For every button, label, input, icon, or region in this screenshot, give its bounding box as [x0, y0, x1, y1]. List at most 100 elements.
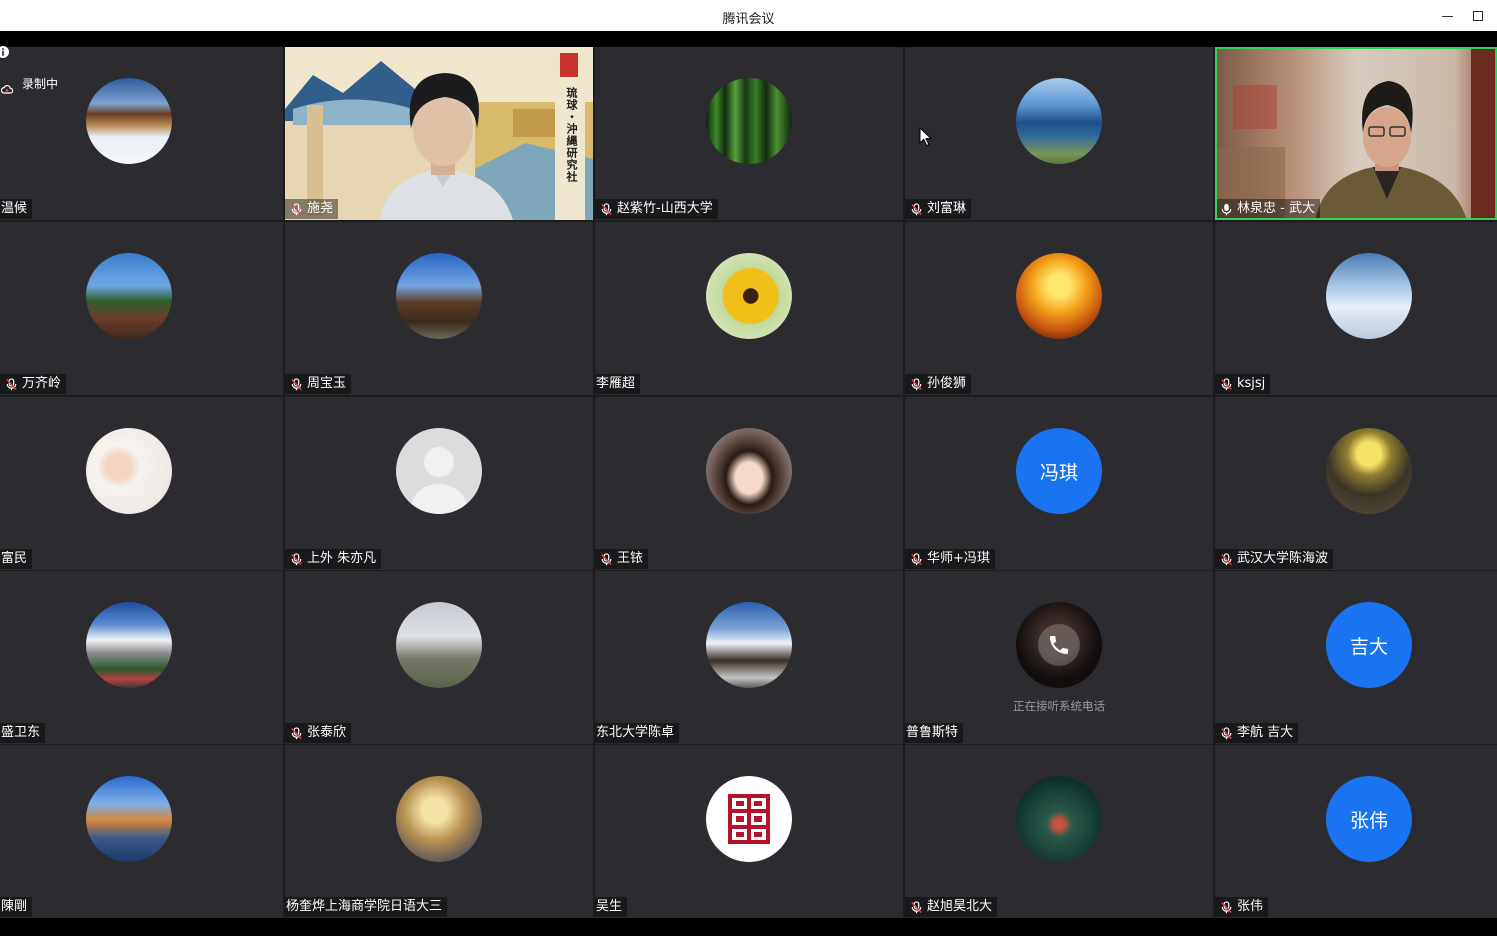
participant-name: 陳剛 [1, 899, 28, 914]
participant-tile[interactable]: 李雁超 [595, 222, 903, 395]
participant-name: ksjsj [1237, 376, 1266, 391]
avatar [86, 78, 172, 164]
video-feed: 琉球・沖縄研究社 [285, 47, 593, 220]
name-label: 武汉大学陈海波 [1215, 549, 1334, 569]
participant-name: 上外 朱亦凡 [307, 551, 377, 566]
participant-tile[interactable]: 周宝玉 [285, 222, 593, 395]
participant-tile[interactable]: 万齐岭 [0, 222, 283, 395]
participant-tile[interactable]: 正在接听系统电话 普鲁斯特 [905, 571, 1213, 744]
participant-tile[interactable]: 刘富琳 [905, 47, 1213, 220]
participant-tile[interactable]: 琉球・沖縄研究社 施尧 [285, 47, 593, 220]
name-label: 吴生 [595, 897, 628, 917]
poster-text: 琉球・沖縄研究社 [565, 87, 578, 183]
mic-muted-icon [1220, 901, 1233, 914]
recording-label: 录制中 [22, 77, 59, 91]
name-label: 赵紫竹-山西大学 [595, 199, 718, 219]
participant-tile[interactable]: 张伟 张伟 [1215, 745, 1497, 918]
participant-name: 万齐岭 [22, 376, 62, 391]
mic-muted-icon [1220, 378, 1233, 391]
name-label: 万齐岭 [0, 374, 67, 394]
participant-name: 吴生 [596, 899, 623, 914]
participant-tile[interactable]: 赵紫竹-山西大学 [595, 47, 903, 220]
mic-muted-icon [910, 901, 923, 914]
avatar [706, 428, 792, 514]
participant-tile[interactable]: 富民 [0, 397, 283, 570]
window-title: 腾讯会议 [722, 12, 775, 27]
participant-tile[interactable]: 吴生 [595, 745, 903, 918]
participant-tile[interactable]: 赵旭昊北大 [905, 745, 1213, 918]
name-label: 盛卫东 [0, 723, 46, 743]
participant-name: 赵旭昊北大 [927, 899, 993, 914]
name-label: 施尧 [285, 199, 339, 219]
participant-tile[interactable]: 吉大 李航 吉大 [1215, 571, 1497, 744]
video-feed [1215, 47, 1497, 220]
participant-tile[interactable]: ksjsj [1215, 222, 1497, 395]
name-label: 张泰欣 [285, 723, 352, 743]
maximize-icon[interactable] [1470, 8, 1486, 24]
info-icon[interactable] [0, 43, 9, 58]
avatar [706, 253, 792, 339]
participant-tile[interactable]: 孙俊狮 [905, 222, 1213, 395]
call-status: 正在接听系统电话 [1013, 699, 1105, 713]
participant-tile[interactable]: 王铱 [595, 397, 903, 570]
name-label: 陳剛 [0, 897, 33, 917]
text-avatar: 吉大 [1326, 602, 1412, 688]
avatar [396, 776, 482, 862]
mic-muted-icon [910, 553, 923, 566]
avatar [396, 253, 482, 339]
participant-tile[interactable]: 杨奎烨上海商学院日语大三 [285, 745, 593, 918]
mic-muted-icon [600, 553, 613, 566]
participant-name: 温候 [1, 201, 28, 216]
participant-tile[interactable]: 东北大学陈卓 [595, 571, 903, 744]
avatar [1016, 253, 1102, 339]
avatar [706, 78, 792, 164]
participant-name: 李雁超 [596, 376, 636, 391]
name-label: 王铱 [595, 549, 649, 569]
name-label: 李航 吉大 [1215, 723, 1299, 743]
avatar [706, 602, 792, 688]
cloud-recording-icon [0, 79, 14, 94]
participant-name: 华师+冯琪 [927, 551, 990, 566]
title-bar: 腾讯会议 [0, 0, 1497, 31]
participant-name: 武汉大学陈海波 [1237, 551, 1329, 566]
participant-name: 东北大学陈卓 [596, 725, 675, 740]
text-avatar: 冯琪 [1016, 428, 1102, 514]
participant-name: 周宝玉 [307, 376, 347, 391]
avatar [706, 776, 792, 862]
participant-tile[interactable]: 盛卫东 [0, 571, 283, 744]
participant-tile[interactable]: 冯琪 华师+冯琪 [905, 397, 1213, 570]
avatar [396, 428, 482, 514]
participant-tile[interactable]: 武汉大学陈海波 [1215, 397, 1497, 570]
participant-tile[interactable]: 林泉忠 - 武大 [1215, 47, 1497, 220]
mic-muted-icon [910, 203, 923, 216]
mic-muted-icon [1220, 727, 1233, 740]
name-label: 富民 [0, 549, 33, 569]
participant-name: 赵紫竹-山西大学 [617, 201, 713, 216]
participant-tile[interactable]: 温候 [0, 47, 283, 220]
participant-name: 王铱 [617, 551, 644, 566]
minimize-icon[interactable] [1440, 8, 1456, 24]
participant-tile[interactable]: 陳剛 [0, 745, 283, 918]
text-avatar: 张伟 [1326, 776, 1412, 862]
participant-name: 盛卫东 [1, 725, 41, 740]
avatar [1326, 253, 1412, 339]
name-label: 东北大学陈卓 [595, 723, 680, 743]
avatar [1326, 428, 1412, 514]
participant-name: 李航 吉大 [1237, 725, 1294, 740]
name-label: 刘富琳 [905, 199, 972, 219]
name-label: 赵旭昊北大 [905, 897, 998, 917]
name-label: ksjsj [1215, 374, 1271, 394]
name-label: 张伟 [1215, 897, 1269, 917]
mic-muted-icon [290, 378, 303, 391]
participant-name: 张泰欣 [307, 725, 347, 740]
avatar [86, 602, 172, 688]
participant-tile[interactable]: 张泰欣 [285, 571, 593, 744]
mic-muted-icon [1220, 553, 1233, 566]
name-label: 普鲁斯特 [905, 723, 964, 743]
name-label: 孙俊狮 [905, 374, 972, 394]
participant-tile[interactable]: 上外 朱亦凡 [285, 397, 593, 570]
name-label: 周宝玉 [285, 374, 352, 394]
avatar-initials: 吉大 [1349, 635, 1388, 658]
participant-name: 杨奎烨上海商学院日语大三 [286, 899, 443, 914]
mic-on-icon [1220, 203, 1233, 216]
